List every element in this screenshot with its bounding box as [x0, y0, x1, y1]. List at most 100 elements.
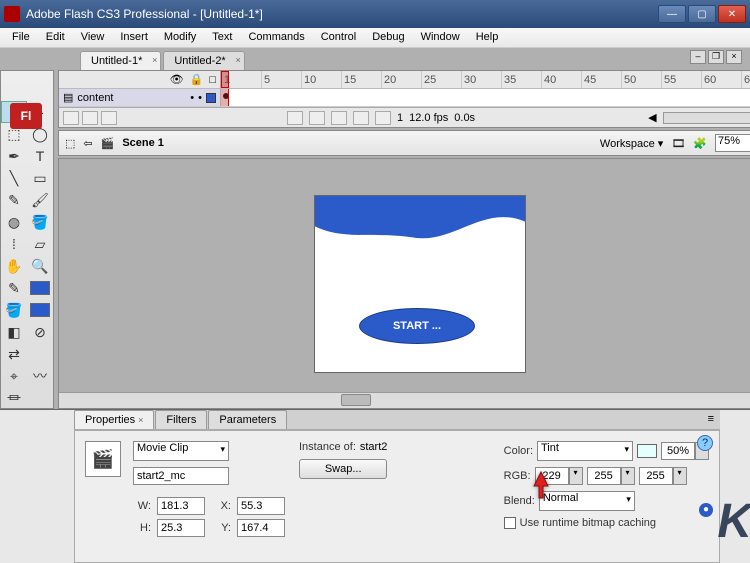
height-input[interactable] — [157, 519, 205, 537]
layer-row[interactable]: ▤ content • • — [59, 89, 221, 106]
workspace-dropdown[interactable]: Workspace ▾ — [600, 137, 663, 150]
options-tool[interactable] — [27, 387, 53, 409]
scroll-left-icon[interactable]: ◀ — [648, 111, 656, 124]
playhead[interactable] — [221, 71, 229, 88]
rectangle-tool[interactable]: ▭ — [27, 167, 53, 189]
close-button[interactable]: ✕ — [718, 5, 746, 23]
modify-onion-markers-button[interactable] — [375, 111, 391, 125]
rgb-b-spinner[interactable]: ▾ — [639, 467, 687, 485]
stroke-color-swatch[interactable] — [27, 277, 53, 299]
doc-tab-1[interactable]: Untitled-1*× — [80, 51, 161, 70]
menu-file[interactable]: File — [4, 28, 38, 47]
pen-tool[interactable]: ✒ — [1, 145, 27, 167]
new-folder-button[interactable] — [82, 111, 98, 125]
eye-icon[interactable]: 👁 — [170, 73, 184, 86]
blend-mode-select[interactable]: Normal — [539, 491, 635, 511]
help-icon[interactable]: ? — [697, 435, 713, 451]
horizontal-scrollbar[interactable] — [59, 392, 750, 408]
menu-text[interactable]: Text — [204, 28, 240, 47]
straighten-tool[interactable]: ⏛ — [1, 387, 27, 409]
snap-tool[interactable]: ⌖ — [1, 365, 27, 387]
x-input[interactable] — [237, 497, 285, 515]
info-icon[interactable]: ● — [699, 503, 713, 517]
y-input[interactable] — [237, 519, 285, 537]
panel-menu-icon[interactable]: ≡ — [702, 410, 720, 429]
menu-help[interactable]: Help — [468, 28, 507, 47]
chevron-down-icon[interactable]: ▾ — [673, 467, 687, 485]
menu-control[interactable]: Control — [313, 28, 364, 47]
close-icon[interactable]: × — [235, 55, 240, 65]
back-icon[interactable]: ⬚ — [65, 137, 75, 150]
doc-tab-2[interactable]: Untitled-2*× — [163, 51, 244, 70]
text-tool[interactable]: T — [27, 145, 53, 167]
doc-close-button[interactable]: × — [726, 50, 742, 64]
stroke-color-icon[interactable]: ✎ — [1, 277, 27, 299]
stage-canvas[interactable]: START ... — [314, 195, 526, 373]
zoom-select[interactable]: 75% ▾ — [715, 134, 750, 152]
rgb-g-spinner[interactable]: ▾ — [587, 467, 635, 485]
doc-minimize-button[interactable]: – — [690, 50, 706, 64]
width-input[interactable] — [157, 497, 205, 515]
timeline-scrollbar[interactable] — [663, 112, 750, 124]
tint-color-swatch[interactable] — [637, 444, 657, 458]
instance-name-input[interactable] — [133, 467, 229, 485]
rgb-r-spinner[interactable]: ▾ — [535, 467, 583, 485]
scrollbar-thumb[interactable] — [341, 394, 371, 406]
maximize-button[interactable]: ▢ — [688, 5, 716, 23]
center-frame-button[interactable] — [287, 111, 303, 125]
minimize-button[interactable]: — — [658, 5, 686, 23]
menu-view[interactable]: View — [73, 28, 113, 47]
tab-parameters[interactable]: Parameters — [208, 410, 287, 429]
chevron-down-icon[interactable]: ▾ — [569, 467, 583, 485]
edit-scene-icon[interactable]: 🎞 — [671, 137, 685, 150]
black-white-swatch[interactable]: ◧ — [1, 321, 27, 343]
doc-restore-button[interactable]: ❐ — [708, 50, 724, 64]
menu-window[interactable]: Window — [413, 28, 468, 47]
stage-area[interactable]: START ... — [58, 158, 750, 409]
arrow-left-icon[interactable]: ⇦ — [83, 137, 92, 150]
paint-bucket-tool[interactable]: 🪣 — [27, 211, 53, 233]
swap-button[interactable]: Swap... — [299, 459, 387, 479]
eyedropper-tool[interactable]: ⁞ — [1, 233, 27, 255]
menu-insert[interactable]: Insert — [112, 28, 156, 47]
swap-colors-icon[interactable]: ⇄ — [1, 343, 27, 365]
menu-modify[interactable]: Modify — [156, 28, 204, 47]
symbol-type-select[interactable]: Movie Clip — [133, 441, 229, 461]
fill-color-swatch[interactable] — [27, 299, 53, 321]
timeline-frames[interactable] — [221, 89, 750, 106]
scene-label[interactable]: Scene 1 — [122, 137, 164, 149]
fill-color-icon[interactable]: 🪣 — [1, 299, 27, 321]
rgb-label: RGB: — [504, 470, 531, 482]
pencil-tool[interactable]: ✎ — [1, 189, 27, 211]
menu-commands[interactable]: Commands — [240, 28, 312, 47]
menu-debug[interactable]: Debug — [364, 28, 412, 47]
onion-skin-button[interactable] — [309, 111, 325, 125]
no-color-icon[interactable]: ⊘ — [27, 321, 53, 343]
start-button[interactable]: START ... — [359, 308, 475, 344]
color-mode-select[interactable]: Tint — [537, 441, 633, 461]
delete-layer-button[interactable] — [101, 111, 117, 125]
menu-edit[interactable]: Edit — [38, 28, 73, 47]
new-layer-button[interactable] — [63, 111, 79, 125]
zoom-tool[interactable]: 🔍 — [27, 255, 53, 277]
eraser-tool[interactable]: ▱ — [27, 233, 53, 255]
brush-tool[interactable]: 🖌 — [27, 189, 53, 211]
cache-bitmap-checkbox[interactable] — [504, 517, 516, 529]
symbol-type-icon[interactable]: 🎬 — [85, 441, 121, 477]
hand-tool[interactable]: ✋ — [1, 255, 27, 277]
lock-icon[interactable]: 🔒 — [190, 73, 204, 86]
ink-bottle-tool[interactable]: ◍ — [1, 211, 27, 233]
options-icon[interactable] — [27, 343, 53, 365]
tab-properties[interactable]: Properties× — [74, 410, 154, 429]
layer-outline-box[interactable] — [206, 93, 216, 103]
onion-skin-outlines-button[interactable] — [331, 111, 347, 125]
outline-icon[interactable]: □ — [209, 74, 216, 86]
line-tool[interactable]: ╲ — [1, 167, 27, 189]
smooth-tool[interactable]: 〰 — [27, 365, 53, 387]
close-icon[interactable]: × — [152, 55, 157, 65]
chevron-down-icon[interactable]: ▾ — [621, 467, 635, 485]
edit-multiple-frames-button[interactable] — [353, 111, 369, 125]
timeline-ruler[interactable]: 1 5 10 15 20 25 30 35 40 45 50 55 60 65 — [221, 71, 750, 88]
tab-filters[interactable]: Filters — [155, 410, 207, 429]
edit-symbol-icon[interactable]: 🧩 — [693, 137, 707, 150]
